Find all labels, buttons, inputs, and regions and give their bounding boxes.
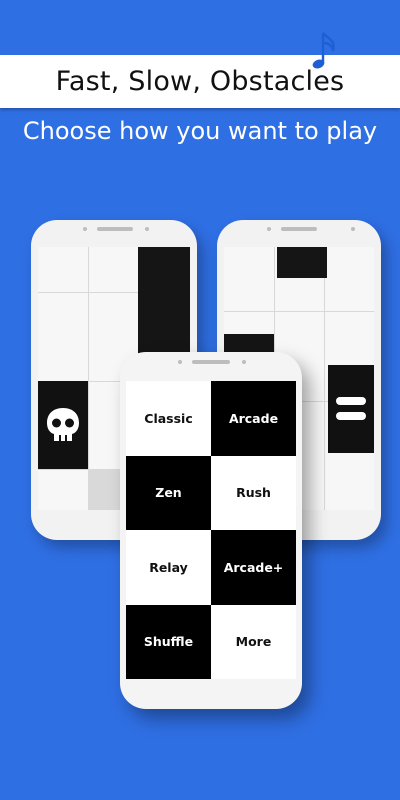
mode-label: Shuffle (143, 634, 194, 650)
obstacle-tile[interactable] (38, 381, 88, 469)
mode-label: Rush (236, 485, 271, 501)
mode-button-rush[interactable]: Rush (211, 455, 296, 530)
mode-button-arcade[interactable]: Arcade (211, 381, 296, 456)
mode-label: Arcade+ (223, 559, 284, 575)
mode-label: Classic (144, 410, 193, 426)
mode-button-arcade[interactable]: Arcade+ (211, 530, 296, 605)
phone-front: Classic Arcade Zen Rush Relay Arcade+ Shuffle M… (120, 352, 302, 709)
mode-button-relay[interactable]: Relay (126, 530, 211, 605)
mode-label: Relay (149, 559, 188, 575)
mode-button-more[interactable]: More (211, 604, 296, 679)
mode-label: Arcade (228, 410, 279, 426)
subtitle: Choose how you want to play (22, 117, 378, 145)
mode-label: More (235, 634, 272, 650)
black-tile[interactable] (277, 247, 327, 278)
banner-title: Fast, Slow, Obstacles (55, 66, 345, 97)
mode-button-zen[interactable]: Zen (126, 455, 211, 530)
mode-label: Zen (155, 485, 182, 501)
pause-icon[interactable] (336, 392, 366, 426)
header-banner: Fast, Slow, Obstacles (0, 32, 400, 108)
skull-icon (47, 408, 79, 441)
pause-tile[interactable] (328, 365, 374, 453)
mode-menu: Classic Arcade Zen Rush Relay Arcade+ Shuffle M… (126, 381, 296, 679)
mode-menu-screen: Classic Arcade Zen Rush Relay Arcade+ Shuffle M… (126, 381, 296, 679)
music-note-icon (312, 32, 335, 69)
mode-button-shuffle[interactable]: Shuffle (126, 604, 211, 679)
mode-button-classic[interactable]: Classic (126, 381, 211, 456)
